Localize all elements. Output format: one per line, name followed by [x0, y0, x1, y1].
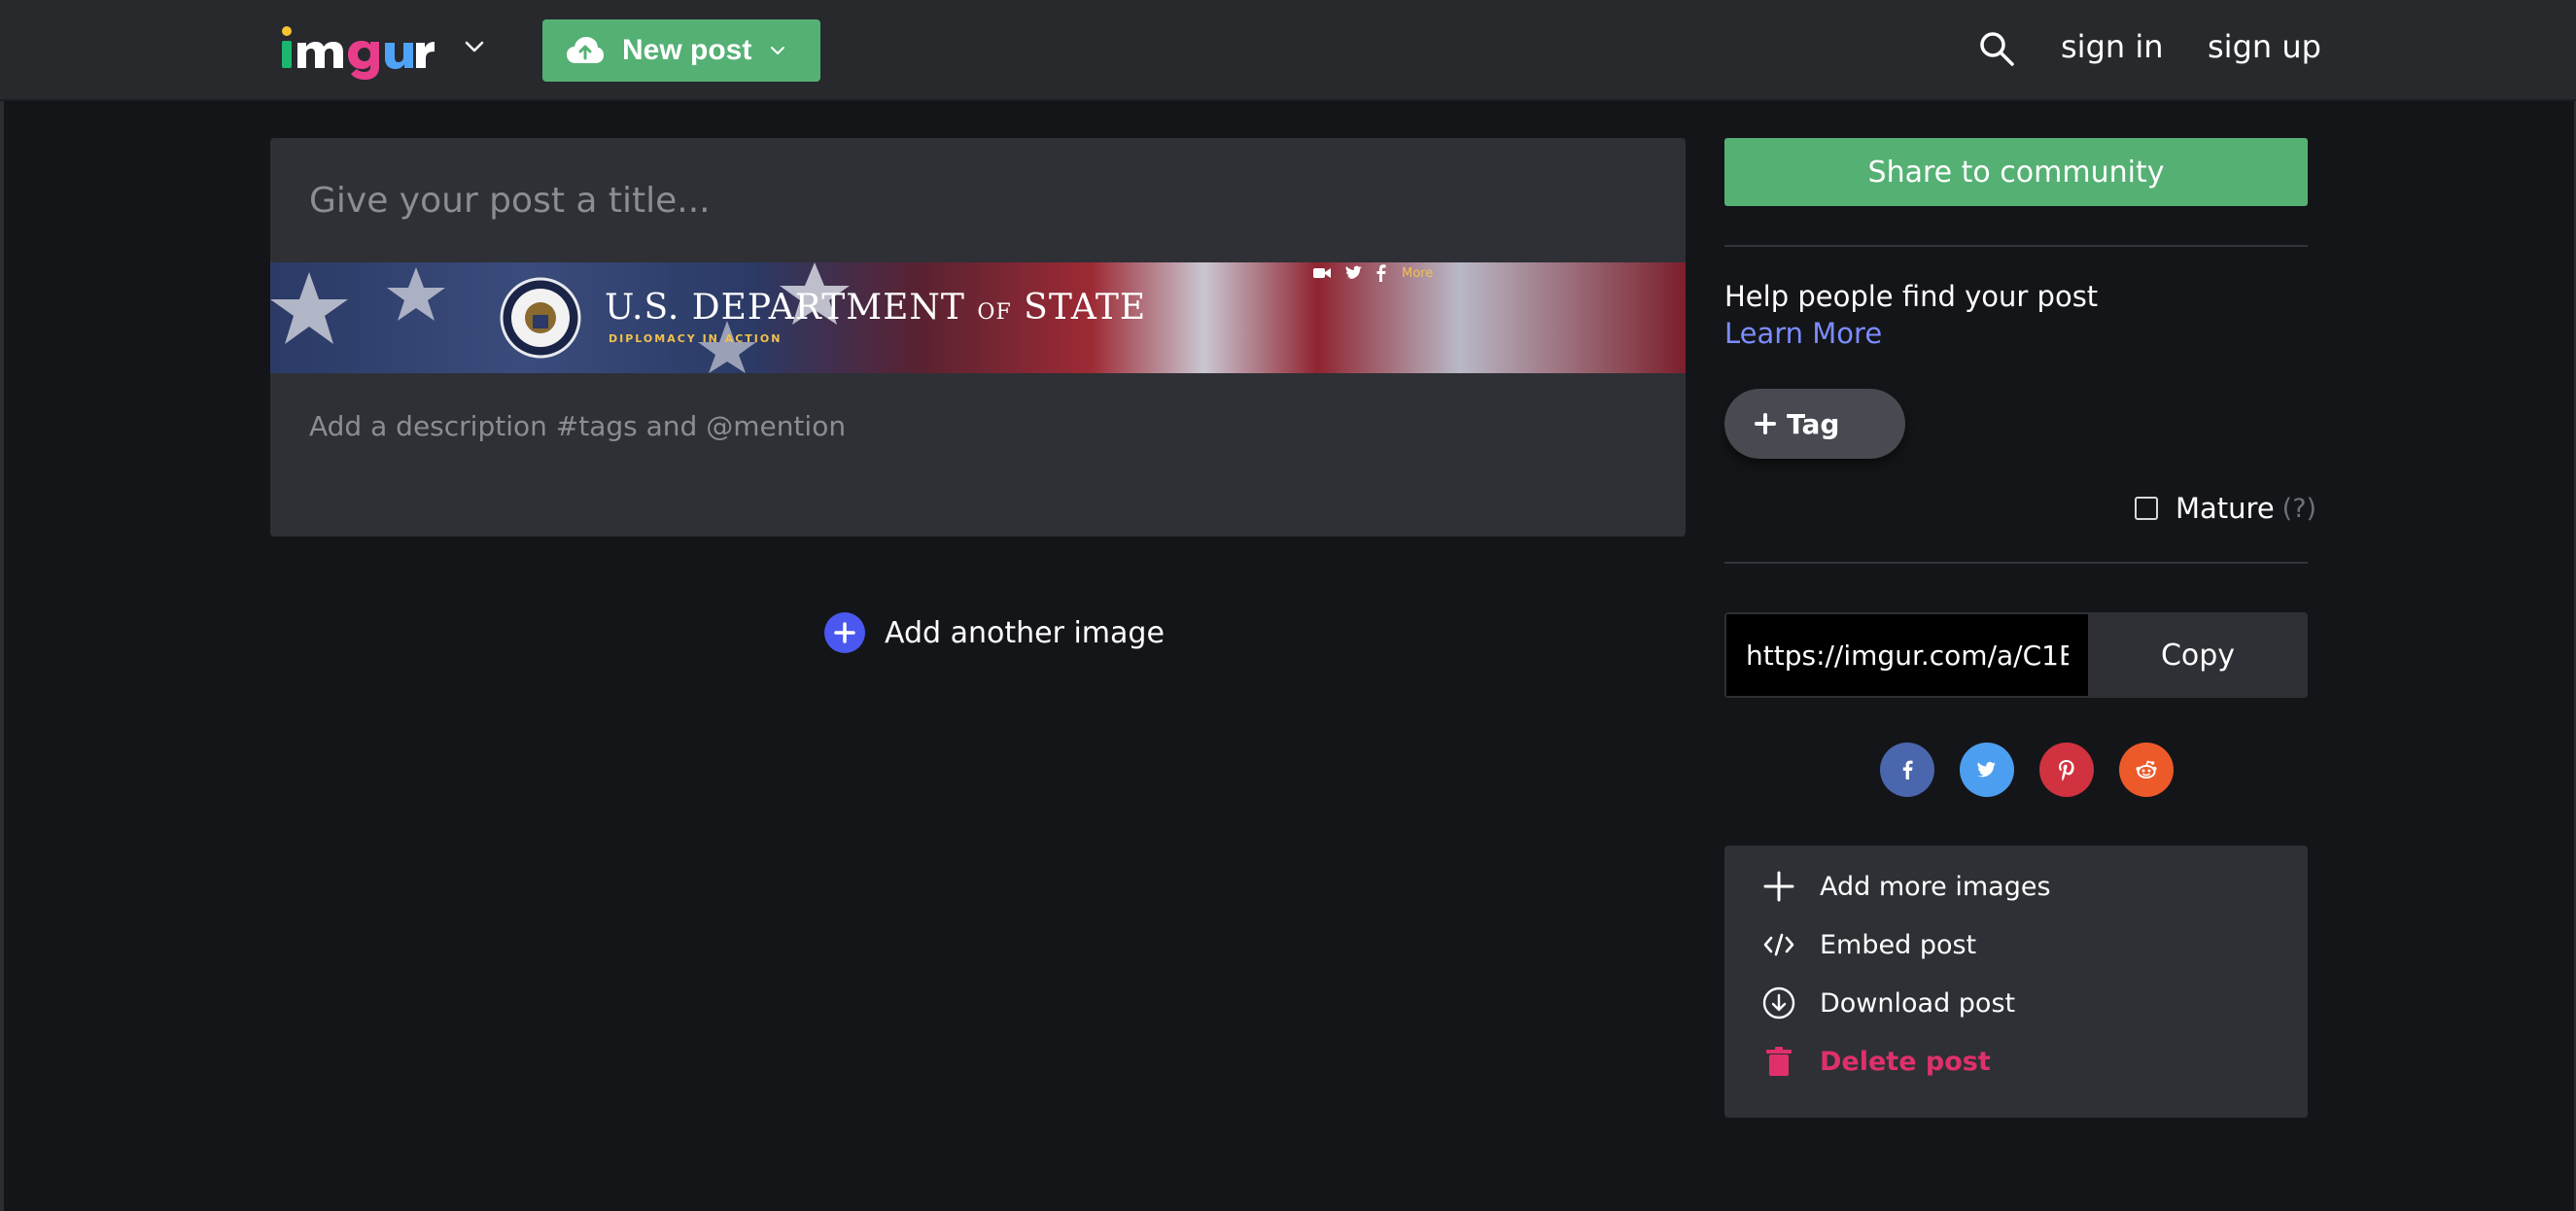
- facebook-small-icon: [1376, 264, 1386, 282]
- download-post-label: Download post: [1820, 987, 2016, 1019]
- twitter-icon: [1977, 761, 1996, 778]
- banner-title-of: OF: [977, 300, 1012, 325]
- post-link-box: Copy: [1724, 612, 2308, 698]
- add-another-image-label: Add another image: [885, 615, 1165, 650]
- download-post-action[interactable]: Download post: [1761, 986, 2015, 1021]
- mature-option: Mature (?): [2135, 492, 2316, 525]
- add-more-images-action[interactable]: Add more images: [1761, 869, 2051, 904]
- twitter-small-icon: [1345, 265, 1362, 279]
- facebook-share-button[interactable]: [1880, 743, 1934, 797]
- tag-label: Tag: [1787, 407, 1840, 440]
- chevron-down-icon: [771, 47, 785, 54]
- sign-up-link[interactable]: sign up: [2208, 25, 2321, 68]
- social-share-buttons: [1880, 743, 2199, 797]
- copy-link-button[interactable]: Copy: [2088, 612, 2308, 698]
- delete-post-label: Delete post: [1820, 1046, 1991, 1077]
- add-another-image-button[interactable]: Add another image: [824, 612, 1165, 653]
- reddit-icon: [2136, 760, 2157, 778]
- top-navigation-bar: New post sign in sign up: [0, 0, 2576, 101]
- post-actions-panel: Add more images Embed post Download post…: [1724, 846, 2308, 1118]
- plus-circle-icon: [824, 612, 865, 653]
- new-post-label: New post: [622, 34, 752, 66]
- code-icon: [1763, 933, 1794, 956]
- help-text: Help people find your post: [1724, 280, 2099, 313]
- pinterest-share-button[interactable]: [2039, 743, 2094, 797]
- search-icon[interactable]: [1977, 29, 2016, 68]
- download-icon: [1762, 986, 1795, 1020]
- imgur-logo[interactable]: [278, 19, 437, 80]
- plus-icon: [1763, 871, 1794, 902]
- uploaded-image[interactable]: U.S. DEPARTMENT OF STATE DIPLOMACY IN AC…: [270, 262, 1686, 373]
- chevron-down-icon[interactable]: [463, 35, 486, 58]
- add-tag-button[interactable]: Tag: [1724, 389, 1905, 459]
- pinterest-icon: [2059, 760, 2074, 781]
- plus-icon: [1755, 413, 1776, 434]
- banner-title-main: U.S. DEPARTMENT: [605, 288, 965, 328]
- add-more-images-label: Add more images: [1820, 871, 2051, 902]
- sign-in-link[interactable]: sign in: [2061, 25, 2164, 68]
- mature-help-link[interactable]: (?): [2282, 494, 2316, 524]
- share-to-community-button[interactable]: Share to community: [1724, 138, 2308, 206]
- twitter-share-button[interactable]: [1960, 743, 2014, 797]
- divider: [1724, 245, 2308, 247]
- facebook-icon: [1902, 760, 1913, 779]
- cloud-upload-icon: [567, 37, 604, 63]
- banner-social-strip: More: [1312, 264, 1433, 282]
- trash-icon: [1766, 1047, 1792, 1076]
- delete-post-action[interactable]: Delete post: [1761, 1044, 1991, 1079]
- banner-more-link: More: [1402, 265, 1434, 281]
- post-description-input[interactable]: [270, 373, 1686, 536]
- banner-tagline: DIPLOMACY IN ACTION: [609, 332, 783, 345]
- post-title-input[interactable]: [270, 138, 1686, 262]
- mature-label: Mature: [2176, 492, 2275, 525]
- post-editor-card: U.S. DEPARTMENT OF STATE DIPLOMACY IN AC…: [270, 138, 1686, 536]
- learn-more-link[interactable]: Learn More: [1724, 317, 1882, 350]
- banner-title-end: STATE: [1024, 288, 1147, 328]
- divider: [1724, 562, 2308, 564]
- embed-post-action[interactable]: Embed post: [1761, 927, 1976, 962]
- reddit-share-button[interactable]: [2119, 743, 2174, 797]
- video-icon: [1313, 268, 1331, 278]
- banner-title: U.S. DEPARTMENT OF STATE: [605, 288, 1146, 328]
- mature-checkbox[interactable]: [2135, 497, 2158, 520]
- embed-post-label: Embed post: [1820, 929, 1977, 960]
- new-post-button[interactable]: New post: [542, 19, 820, 82]
- post-url-field[interactable]: [1726, 614, 2088, 696]
- window-frame-left: [0, 0, 4, 1211]
